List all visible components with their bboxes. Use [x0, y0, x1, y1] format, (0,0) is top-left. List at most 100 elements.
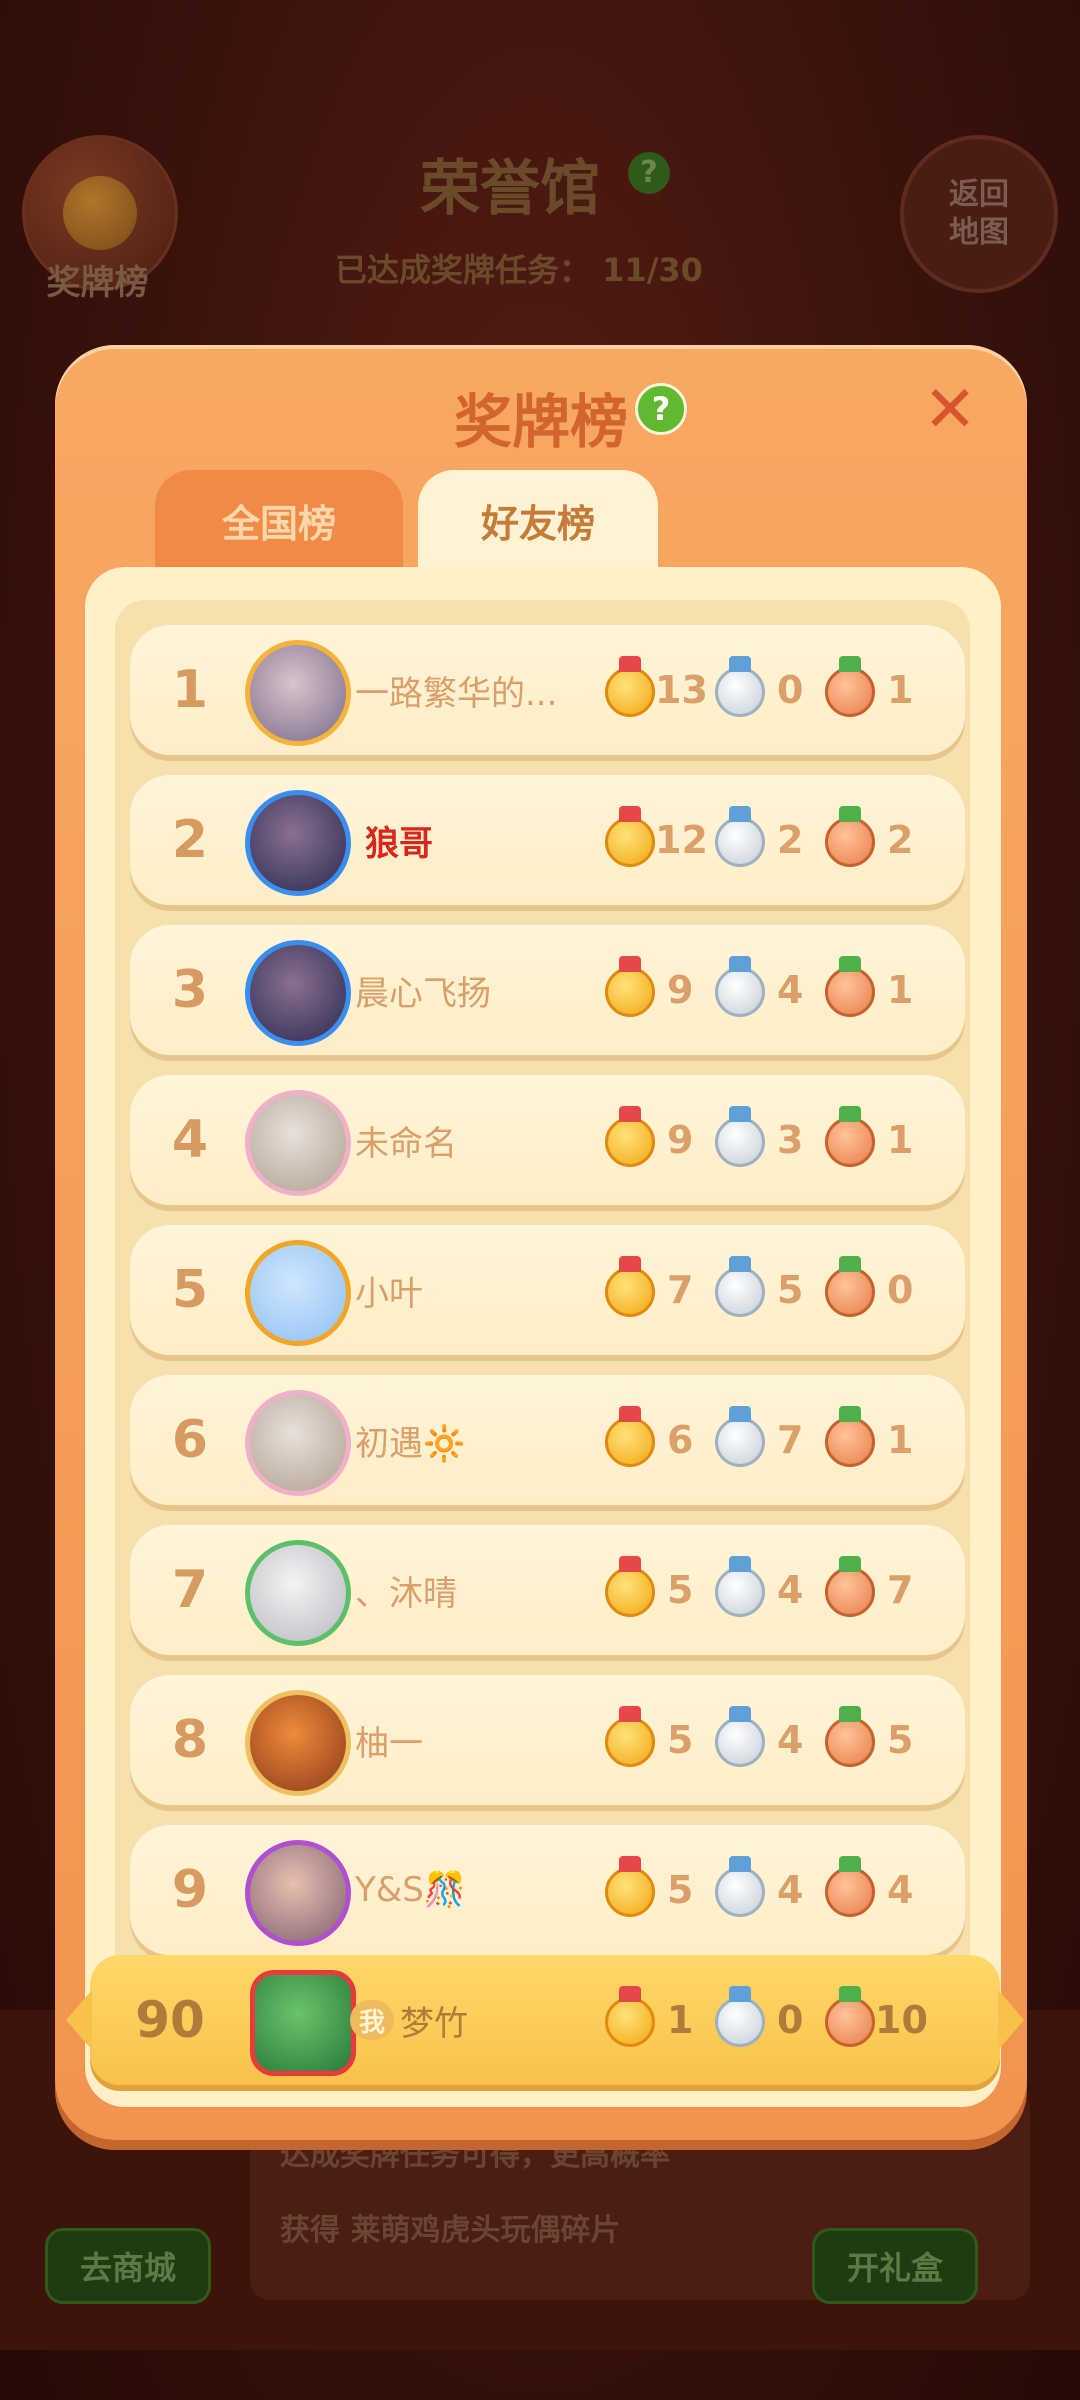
- rank-number: 2: [171, 810, 209, 870]
- gold-medal-icon: [605, 1856, 655, 1917]
- bw-avatar[interactable]: [245, 1390, 351, 1496]
- gold-count: 7: [667, 1268, 694, 1312]
- player-name: 柚一: [355, 1723, 423, 1764]
- silver-count: 4: [777, 1718, 804, 1762]
- gold-medal-icon: [605, 1986, 655, 2047]
- bronze-count: 1: [887, 668, 914, 712]
- bear-avatar[interactable]: [245, 1690, 351, 1796]
- default-avatar[interactable]: [245, 1090, 351, 1196]
- player-name: 小叶: [355, 1273, 423, 1314]
- my-player-name: 梦竹: [400, 2003, 468, 2044]
- gold-count: 6: [667, 1418, 694, 1462]
- rose-avatar[interactable]: [245, 640, 351, 746]
- medal-task-progress: 已达成奖牌任务： 11/30: [335, 245, 703, 291]
- info-text-2-item: 莱萌鸡虎头玩偶碎片: [350, 2213, 621, 2248]
- silver-count: 0: [777, 668, 804, 712]
- player-name: 未命名: [355, 1123, 457, 1164]
- player-name: 晨心飞扬: [355, 973, 491, 1014]
- close-icon[interactable]: ✕: [920, 378, 980, 442]
- player-name: 、沐晴: [355, 1573, 457, 1614]
- progress-label: 已达成奖牌任务：: [335, 251, 592, 289]
- silver-medal-icon: [715, 1986, 765, 2047]
- silver-medal-icon: [715, 1106, 765, 1167]
- gold-count: 5: [667, 1568, 694, 1612]
- rank-number: 3: [171, 960, 209, 1020]
- rank-number: 4: [171, 1110, 209, 1170]
- leaderboard-row[interactable]: 4 未命名 9 3 1: [130, 1075, 965, 1205]
- bronze-medal-icon: [825, 806, 875, 867]
- bronze-medal-icon: [825, 1986, 875, 2047]
- modal-title: 奖牌榜: [453, 388, 628, 456]
- leaderboard-row[interactable]: 8 柚一 5 4 5: [130, 1675, 965, 1805]
- silver-medal-icon: [715, 806, 765, 867]
- bronze-medal-icon: [825, 1256, 875, 1317]
- my-rank-number: 90: [135, 1991, 205, 2049]
- bronze-medal-icon: [825, 1406, 875, 1467]
- silver-medal-icon: [715, 1556, 765, 1617]
- silver-count: 4: [777, 1568, 804, 1612]
- silver-count: 2: [777, 818, 804, 862]
- help-icon[interactable]: ?: [635, 383, 687, 435]
- selfie-avatar[interactable]: [245, 1840, 351, 1946]
- leaderboard-row[interactable]: 9 Y&S🎊 5 4 4: [130, 1825, 965, 1955]
- silver-count: 4: [777, 968, 804, 1012]
- bronze-medal-icon: [825, 1706, 875, 1767]
- silver-count: 7: [777, 1418, 804, 1462]
- gold-medal-icon: [605, 1256, 655, 1317]
- girl-avatar[interactable]: [245, 1540, 351, 1646]
- gold-count: 13: [655, 668, 708, 712]
- silver-medal-icon: [715, 1856, 765, 1917]
- tab-national[interactable]: 全国榜: [155, 470, 403, 570]
- gold-medal-icon: [605, 956, 655, 1017]
- gold-medal-icon: [605, 1556, 655, 1617]
- player-name: 狼哥: [365, 823, 433, 864]
- back-to-map-button[interactable]: 返回 地图: [900, 135, 1058, 293]
- gold-count: 12: [655, 818, 708, 862]
- go-shop-button[interactable]: 去商城: [45, 2228, 211, 2304]
- gold-count: 5: [667, 1718, 694, 1762]
- bronze-count: 0: [887, 1268, 914, 1312]
- silver-medal-icon: [715, 1406, 765, 1467]
- silver-medal-icon: [715, 956, 765, 1017]
- bronze-count: 1: [887, 1118, 914, 1162]
- bronze-medal-icon: [825, 956, 875, 1017]
- bronze-count: 7: [887, 1568, 914, 1612]
- player-name: Y&S🎊: [355, 1870, 467, 1910]
- rainbow-frame-avatar[interactable]: [245, 1240, 351, 1346]
- medal-board-button-label: 奖牌榜: [46, 263, 149, 303]
- player-name: 初遇🔆: [355, 1423, 466, 1464]
- rank-number: 7: [171, 1560, 209, 1620]
- silver-count: 4: [777, 1868, 804, 1912]
- rank-number: 9: [171, 1860, 209, 1920]
- bronze-count: 1: [887, 968, 914, 1012]
- silver-count: 3: [777, 1118, 804, 1162]
- waterfall-avatar[interactable]: [245, 940, 351, 1046]
- medal-icon: [63, 176, 137, 250]
- leaderboard-row[interactable]: 3 晨心飞扬 9 4 1: [130, 925, 965, 1055]
- gold-medal-icon: [605, 1706, 655, 1767]
- info-text-2: 获得 莱萌鸡虎头玩偶碎片: [280, 2205, 620, 2249]
- my-gold-count: 1: [667, 1998, 694, 2042]
- rank-number: 6: [171, 1410, 209, 1470]
- leaderboard-row[interactable]: 1 一路繁华的... 13 0 1: [130, 625, 965, 755]
- rank-number: 5: [171, 1260, 209, 1320]
- my-bronze-count: 10: [875, 1998, 928, 2042]
- leaderboard-row[interactable]: 2 狼哥 12 2 2: [130, 775, 965, 905]
- bronze-medal-icon: [825, 1556, 875, 1617]
- bronze-count: 1: [887, 1418, 914, 1462]
- progress-value: 11/30: [602, 251, 703, 289]
- dark-portrait-avatar[interactable]: [245, 790, 351, 896]
- gold-medal-icon: [605, 656, 655, 717]
- player-name: 一路繁华的...: [355, 673, 558, 714]
- leaderboard-row[interactable]: 7 、沐晴 5 4 7: [130, 1525, 965, 1655]
- open-gift-button[interactable]: 开礼盒: [812, 2228, 978, 2304]
- leaderboard-row[interactable]: 6 初遇🔆 6 7 1: [130, 1375, 965, 1505]
- hall-help-icon[interactable]: ?: [628, 152, 670, 194]
- gold-count: 9: [667, 968, 694, 1012]
- tab-friends[interactable]: 好友榜: [418, 470, 658, 570]
- info-text-2-prefix: 获得: [280, 2213, 340, 2248]
- mickey-clover-avatar[interactable]: [250, 1970, 356, 2076]
- my-rank-row[interactable]: 90 我 梦竹 1 0 10: [66, 1955, 1024, 2085]
- leaderboard-row[interactable]: 5 小叶 7 5 0: [130, 1225, 965, 1355]
- gold-count: 9: [667, 1118, 694, 1162]
